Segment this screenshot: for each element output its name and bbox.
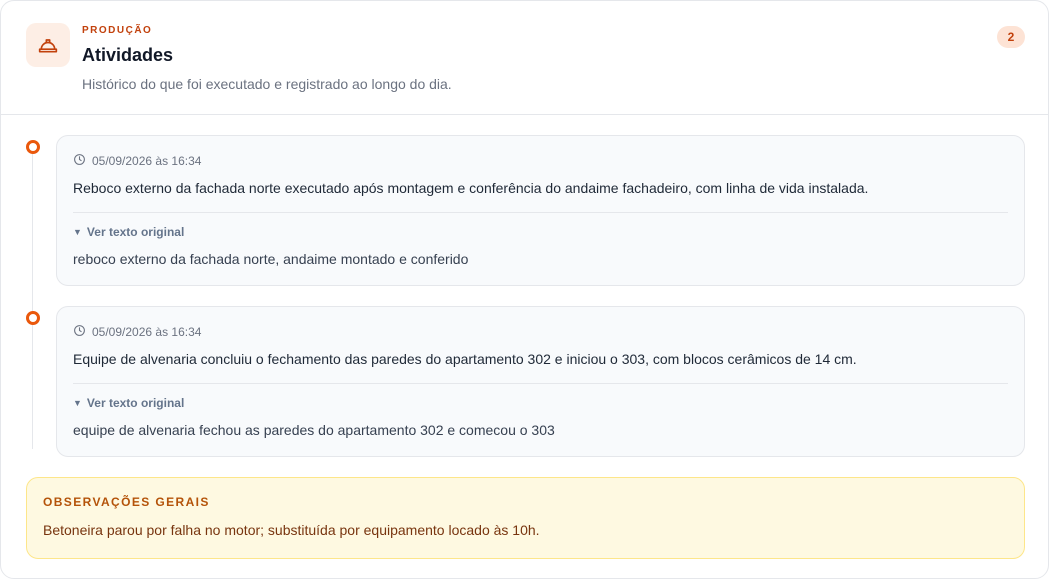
divider [73,383,1008,384]
caret-down-icon: ▼ [73,398,82,408]
entry-text: Reboco externo da fachada norte executad… [73,180,869,196]
count-badge: 2 [997,26,1025,48]
hard-hat-icon [26,23,70,67]
clock-icon [73,324,86,340]
activities-card: PRODUÇÃO Atividades Histórico do que foi… [0,0,1049,579]
notes-text: Betoneira parou por falha no motor; subs… [43,522,540,538]
entry-timestamp: 05/09/2026 às 16:34 [73,153,201,169]
general-notes: OBSERVAÇÕES GERAIS Betoneira parou por f… [26,477,1025,559]
timeline-dot [26,311,40,325]
timeline-line [32,153,33,449]
entry-timestamp-text: 05/09/2026 às 16:34 [92,154,202,168]
card-header: PRODUÇÃO Atividades Histórico do que foi… [1,1,1048,115]
activity-entry: 05/09/2026 às 16:34 Equipe de alvenaria … [56,306,1025,457]
notes-title: OBSERVAÇÕES GERAIS [43,495,210,509]
toggle-label: Ver texto original [86,396,185,410]
entry-text: Equipe de alvenaria concluiu o fechament… [73,351,857,367]
entry-original-text: reboco externo da fachada norte, andaime… [73,251,469,267]
clock-icon [73,153,86,169]
show-original-toggle[interactable]: ▼ Ver texto original [73,225,184,239]
activity-entry: 05/09/2026 às 16:34 Reboco externo da fa… [56,135,1025,286]
entry-timestamp: 05/09/2026 às 16:34 [73,324,201,340]
caret-down-icon: ▼ [73,227,82,237]
show-original-toggle[interactable]: ▼ Ver texto original [73,396,184,410]
page-subtitle: Histórico do que foi executado e registr… [82,76,452,92]
toggle-label: Ver texto original [86,225,185,239]
entry-timestamp-text: 05/09/2026 às 16:34 [92,325,202,339]
divider [73,212,1008,213]
entry-original-text: equipe de alvenaria fechou as paredes do… [73,422,555,438]
section-eyebrow: PRODUÇÃO [82,25,153,36]
timeline-dot [26,140,40,154]
page-title: Atividades [82,45,174,65]
